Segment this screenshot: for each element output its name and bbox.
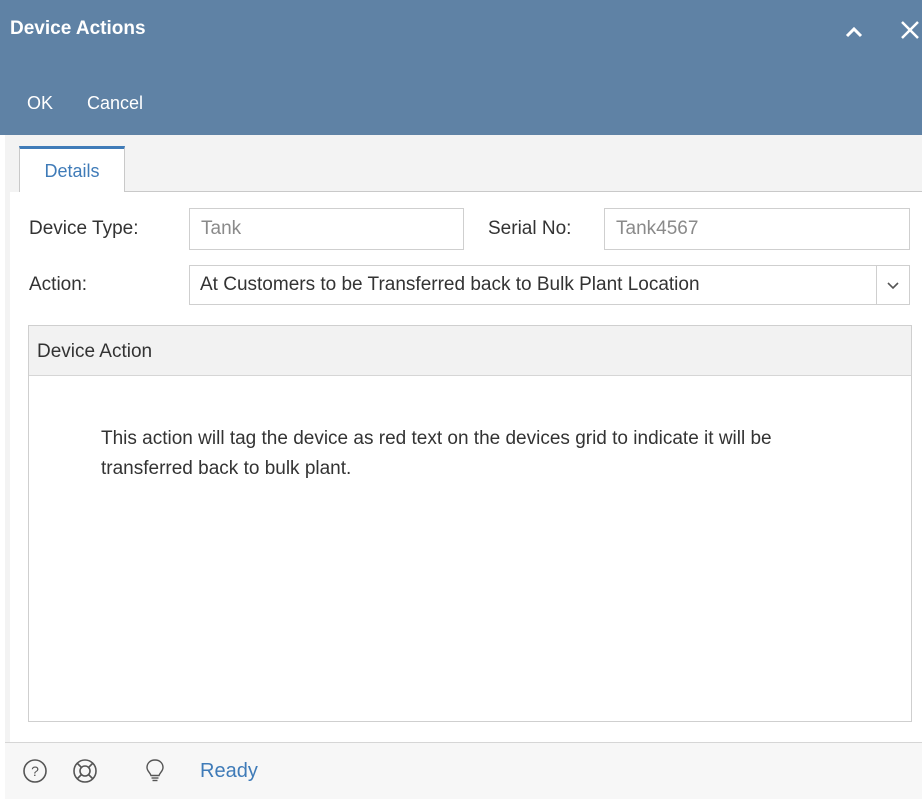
window-title: Device Actions bbox=[10, 18, 146, 39]
serial-no-field[interactable]: Tank4567 bbox=[604, 208, 910, 250]
panel-header: Device Action bbox=[29, 326, 911, 376]
tab-strip-divider bbox=[125, 191, 922, 192]
help-button[interactable]: ? bbox=[22, 757, 48, 785]
action-description: This action will tag the device as red t… bbox=[101, 428, 772, 479]
device-action-panel: Device Action This action will tag the d… bbox=[28, 325, 912, 722]
action-dropdown-button[interactable] bbox=[876, 265, 910, 305]
close-button[interactable] bbox=[898, 18, 922, 42]
device-type-field[interactable]: Tank bbox=[189, 208, 464, 250]
support-button[interactable] bbox=[72, 757, 98, 785]
action-select[interactable]: At Customers to be Transferred back to B… bbox=[189, 265, 877, 305]
serial-no-label: Serial No: bbox=[488, 218, 572, 239]
action-label: Action: bbox=[29, 274, 88, 295]
tips-button[interactable] bbox=[142, 757, 168, 785]
tab-details[interactable]: Details bbox=[19, 146, 125, 192]
device-actions-window: Device Actions OK Cancel Details Device … bbox=[0, 0, 922, 799]
lightbulb-icon bbox=[146, 759, 164, 782]
status-text: Ready bbox=[200, 760, 258, 782]
help-icon: ? bbox=[23, 759, 47, 783]
title-bar: Device Actions OK Cancel bbox=[0, 0, 922, 135]
chevron-down-icon bbox=[887, 282, 899, 290]
close-icon bbox=[901, 21, 919, 39]
cancel-button[interactable]: Cancel bbox=[87, 93, 143, 114]
panel-title: Device Action bbox=[37, 341, 153, 362]
ok-button[interactable]: OK bbox=[27, 93, 53, 114]
collapse-button[interactable] bbox=[843, 22, 865, 42]
svg-text:?: ? bbox=[31, 763, 39, 779]
chevron-up-icon bbox=[845, 26, 863, 38]
support-icon bbox=[73, 759, 97, 783]
device-type-label: Device Type: bbox=[29, 218, 139, 239]
